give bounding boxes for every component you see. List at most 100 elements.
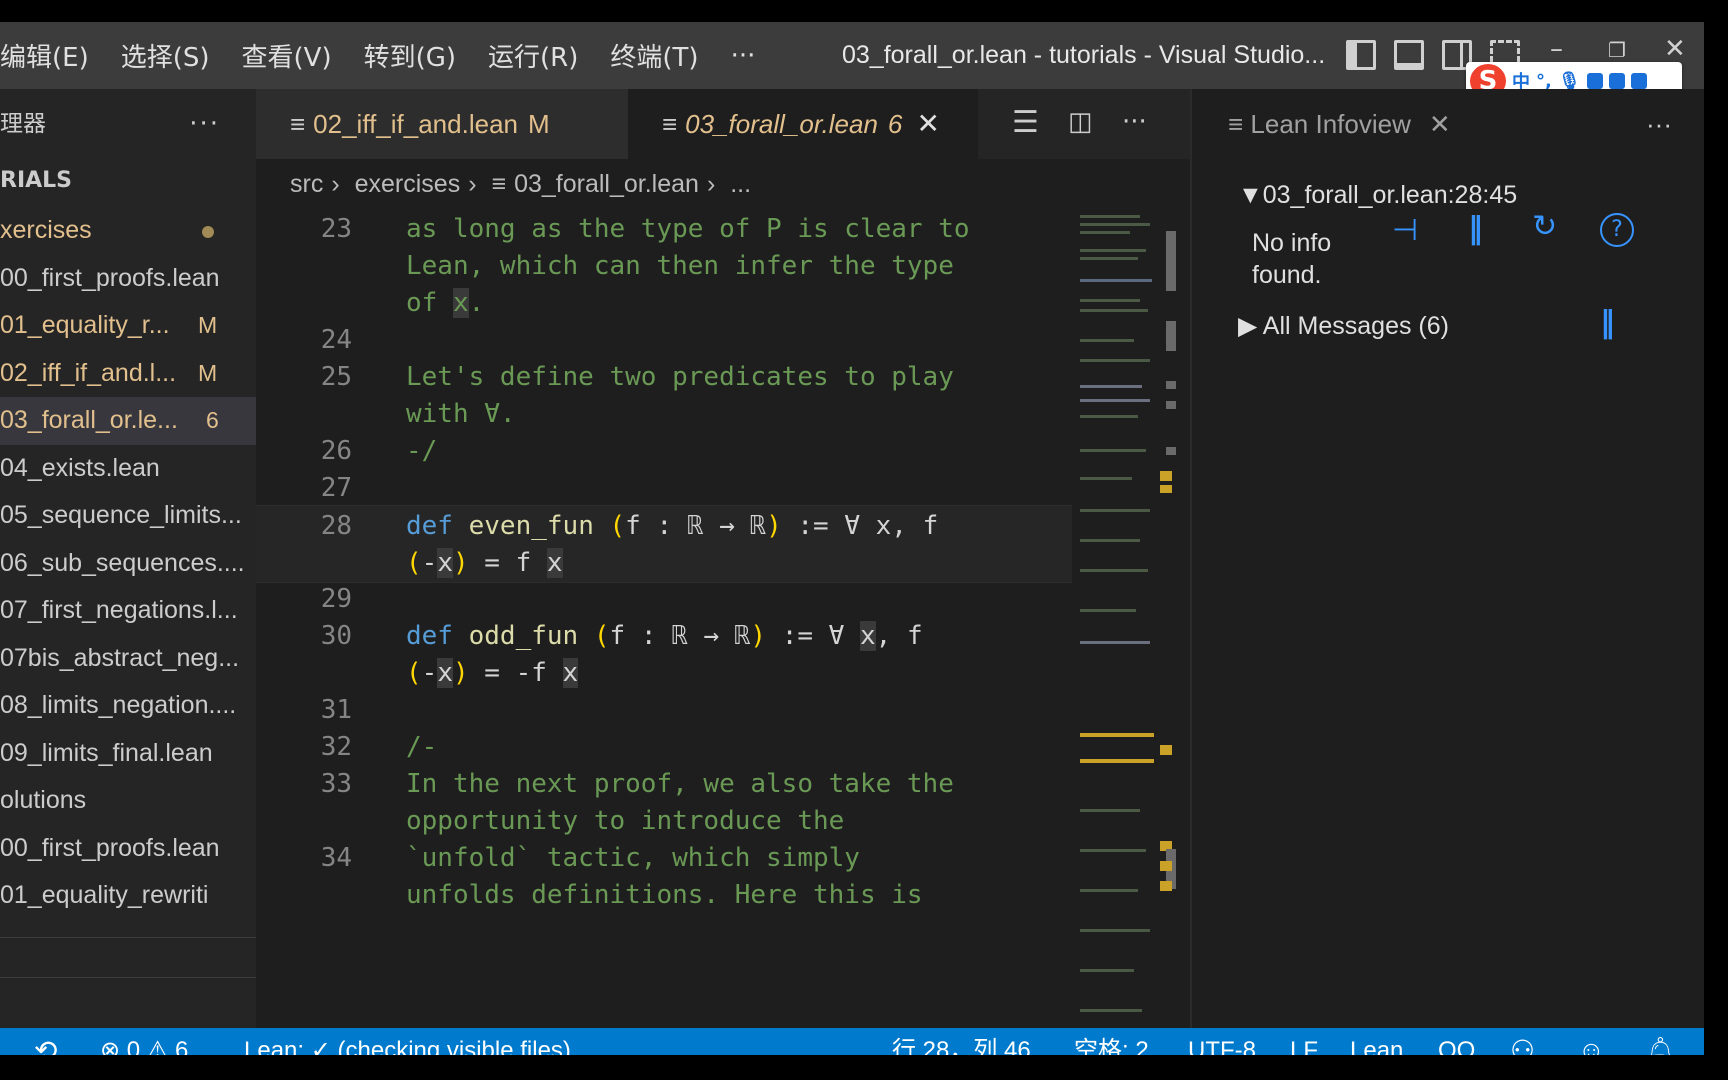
tree-file-selected[interactable]: 03_forall_or.le... 6 — [0, 397, 256, 445]
language-mode[interactable]: Lean — [1350, 1028, 1403, 1055]
tree-item-label: olutions — [0, 786, 87, 814]
code-token: even_fun — [468, 511, 594, 541]
tree-file[interactable]: 04_exists.lean — [0, 445, 256, 493]
close-window-icon[interactable]: ✕ — [1664, 34, 1686, 64]
explorer-sidebar: 理器 ··· RIALS xercises 00_first_proofs.le… — [0, 89, 256, 1028]
line-number: 31 — [320, 695, 352, 725]
tab-02-iff-if-and[interactable]: ≡ 02_iff_if_and.lean M — [256, 89, 628, 159]
pin-icon[interactable]: ⊣ — [1392, 213, 1418, 248]
goal-location-row[interactable]: ▼03_forall_or.lean:28:45 — [1238, 181, 1517, 210]
tree-file[interactable]: 07bis_abstract_neg... — [0, 635, 256, 683]
git-status-badge: M — [528, 109, 550, 139]
encoding[interactable]: UTF-8 — [1188, 1028, 1256, 1055]
minimap-line — [1080, 399, 1150, 402]
tree-file[interactable]: 07_first_negations.l... — [0, 587, 256, 635]
refresh-icon[interactable]: ↻ — [1532, 209, 1557, 244]
toggle-primary-sidebar-icon[interactable] — [1346, 40, 1376, 70]
breadcrumb-separator-icon: › — [468, 170, 477, 198]
pause-icon[interactable]: ‖ — [1468, 211, 1483, 246]
tree-file[interactable]: 09_limits_final.lean — [0, 730, 256, 778]
breadcrumb-exercises[interactable]: exercises — [355, 170, 461, 198]
breadcrumb-src[interactable]: src — [290, 170, 323, 198]
minimize-icon[interactable]: – — [1550, 34, 1563, 64]
explorer-title: 理器 — [0, 111, 46, 137]
code-line-wrap: of x. — [256, 283, 1076, 324]
menu-edit[interactable]: 编辑(E) — [0, 37, 105, 74]
minimap-line — [1080, 249, 1146, 252]
lean-status[interactable]: Lean: ✓ (checking visible files) — [244, 1028, 571, 1055]
tree-file[interactable]: 08_limits_negation.... — [0, 682, 256, 730]
menu-selection[interactable]: 选择(S) — [105, 37, 226, 74]
problems-indicator[interactable]: ⊗ 0 ⚠ 6 — [100, 1028, 188, 1055]
workspace-section-title[interactable]: RIALS — [0, 159, 256, 207]
tree-file[interactable]: 01_equality_r... M — [0, 302, 256, 350]
code-token: := ∀ x, f — [781, 511, 939, 541]
outline-section[interactable] — [0, 937, 256, 977]
menu-go[interactable]: 转到(G) — [348, 37, 472, 74]
menu-run[interactable]: 运行(R) — [472, 37, 594, 74]
line-number: 34 — [320, 843, 352, 873]
git-status-badge: M — [198, 312, 218, 338]
ime-keyboard-icon[interactable] — [1586, 73, 1603, 89]
messages-pause-icon[interactable]: ‖ — [1600, 305, 1615, 340]
file-lines-icon: ≡ — [491, 170, 507, 198]
code-text: def odd_fun (f : ℝ → ℝ) := ∀ x, f — [406, 616, 923, 657]
qq-status[interactable]: QQ — [1438, 1028, 1475, 1055]
timeline-section[interactable] — [0, 977, 256, 1028]
all-messages-row[interactable]: ▶ All Messages (6) — [1238, 311, 1449, 341]
minimap-line — [1080, 385, 1142, 388]
menu-view[interactable]: 查看(V) — [226, 37, 348, 74]
breadcrumb-file[interactable]: 03_forall_or.lean — [514, 170, 699, 198]
ime-toolbox-icon[interactable] — [1630, 73, 1647, 89]
tree-file[interactable]: 00_first_proofs.lean — [0, 255, 256, 303]
copilot-icon[interactable]: ⚇ — [1510, 1028, 1535, 1055]
cursor-position[interactable]: 行 28，列 46 — [892, 1028, 1031, 1055]
code-text: `unfold` tactic, which simply — [406, 843, 860, 873]
ime-skin-icon[interactable] — [1608, 73, 1625, 89]
tree-file[interactable]: 00_first_proofs.lean — [0, 825, 256, 873]
split-editor-icon[interactable]: ◫ — [1068, 107, 1093, 137]
restore-icon[interactable]: ❐ — [1608, 38, 1626, 62]
tree-file[interactable]: 01_equality_rewriti — [0, 872, 256, 920]
code-text: (-x) = -f x — [406, 653, 579, 694]
tree-file[interactable]: 06_sub_sequences.... — [0, 540, 256, 588]
code-token: - — [421, 548, 438, 578]
vertical-scrollbar[interactable] — [1156, 209, 1190, 1028]
code-token: x — [546, 548, 563, 578]
line-number: 23 — [320, 214, 352, 244]
code-editor[interactable]: 23 as long as the type of P is clear to L… — [256, 209, 1076, 1028]
infoview-title: Lean Infoview — [1250, 109, 1411, 139]
scrollbar-thumb[interactable] — [1166, 231, 1176, 291]
notifications-bell-icon[interactable]: 🔔︎ — [1644, 1028, 1677, 1055]
explorer-more-button[interactable]: ··· — [189, 89, 220, 159]
menu-more[interactable]: ··· — [715, 41, 772, 71]
minimap-line — [1080, 969, 1134, 972]
feedback-icon[interactable]: ☺ — [1578, 1028, 1605, 1055]
close-tab-icon[interactable]: ✕ — [917, 89, 940, 159]
infoview-more-icon[interactable]: ··· — [1646, 89, 1672, 159]
tree-item-label: 07bis_abstract_neg... — [0, 643, 240, 672]
triangle-right-icon: ▶ — [1238, 312, 1263, 340]
infoview-tab[interactable]: ≡ Lean Infoview ✕ ··· — [1192, 89, 1704, 159]
tree-file[interactable]: 02_iff_if_and.l... M — [0, 350, 256, 398]
breadcrumb-symbol[interactable]: ... — [730, 170, 751, 198]
help-icon[interactable]: ? — [1600, 213, 1634, 247]
tree-folder-exercises[interactable]: xercises — [0, 207, 256, 255]
menu-terminal[interactable]: 终端(T) — [594, 37, 714, 74]
minimap-line — [1080, 223, 1150, 226]
file-lines-icon: ≡ — [290, 109, 306, 139]
tab-03-forall-or[interactable]: ≡ 03_forall_or.lean 6 ✕ — [628, 89, 978, 159]
code-text: Lean, which can then infer the type — [406, 251, 954, 281]
close-infoview-icon[interactable]: ✕ — [1429, 109, 1451, 139]
end-of-line[interactable]: LF — [1290, 1028, 1318, 1055]
sync-icon[interactable]: ⟲ — [34, 1028, 57, 1055]
tree-file[interactable]: 05_sequence_limits... — [0, 492, 256, 540]
tree-folder-solutions[interactable]: olutions — [0, 777, 256, 825]
editor-more-icon[interactable]: ··· — [1122, 107, 1147, 137]
code-token: ( — [406, 658, 422, 688]
minimap[interactable] — [1072, 209, 1156, 1028]
indentation[interactable]: 空格: 2 — [1074, 1028, 1149, 1055]
git-status-badge: M — [198, 359, 218, 386]
infoview-toggle-icon[interactable]: ☰ — [1012, 105, 1039, 140]
toggle-panel-icon[interactable] — [1394, 40, 1424, 70]
